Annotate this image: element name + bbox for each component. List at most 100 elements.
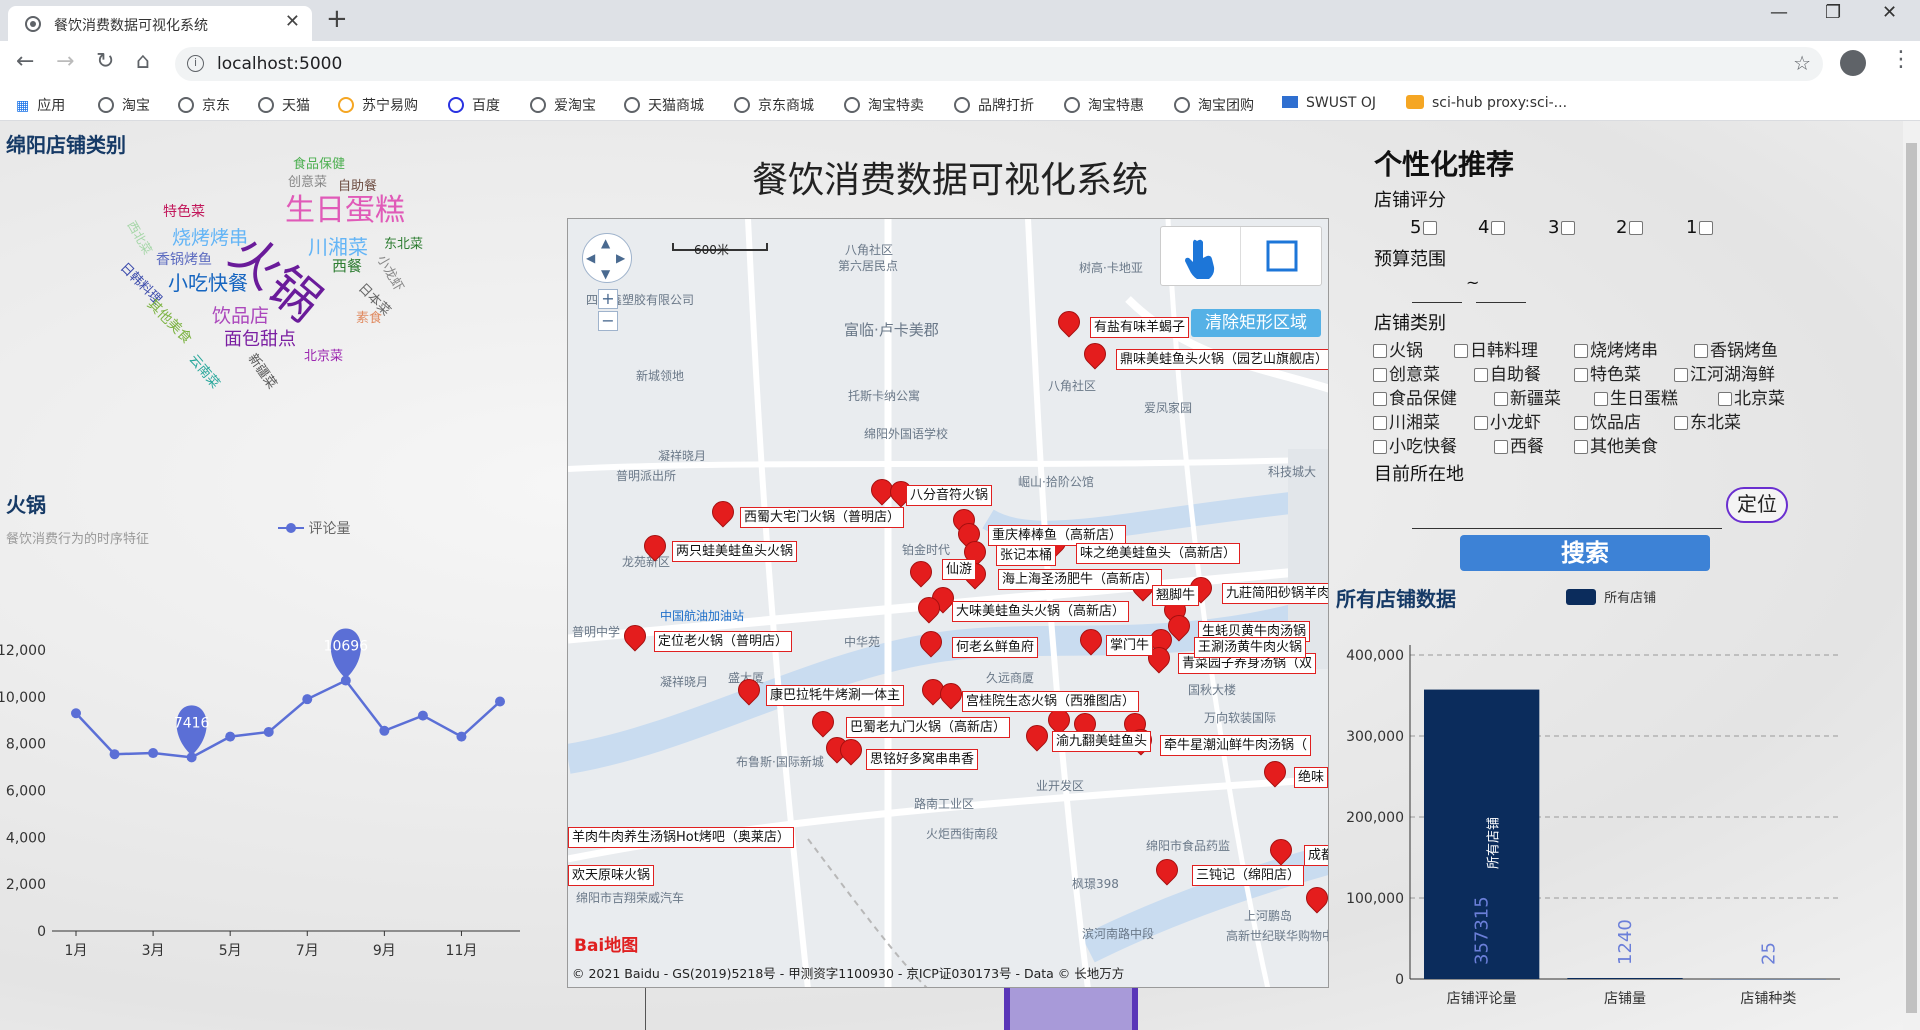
bookmark-item[interactable]: 淘宝团购 — [1174, 95, 1254, 115]
category-checkbox[interactable] — [1574, 416, 1588, 430]
category-checkbox[interactable] — [1718, 392, 1732, 406]
map-marker[interactable] — [1306, 887, 1326, 913]
shop-label[interactable]: 牵牛星潮汕鲜牛肉汤锅（ — [1160, 735, 1312, 756]
category-option[interactable]: 小龙虾 — [1474, 408, 1541, 433]
shop-label[interactable]: 味之绝美蛙鱼头（高新店） — [1076, 543, 1241, 564]
category-checkbox[interactable] — [1674, 416, 1688, 430]
scrollbar-thumb[interactable] — [1906, 143, 1917, 1013]
map-marker[interactable] — [1080, 629, 1100, 655]
address-bar[interactable]: i localhost:5000 ☆ — [175, 47, 1823, 81]
budget-max-input[interactable] — [1476, 281, 1526, 303]
rating-option-4[interactable]: 4 — [1478, 217, 1506, 238]
budget-min-input[interactable] — [1412, 281, 1462, 303]
category-option[interactable]: 东北菜 — [1674, 408, 1741, 433]
location-input[interactable] — [1412, 507, 1722, 529]
category-option[interactable]: 其他美食 — [1574, 432, 1658, 457]
map-marker[interactable] — [1270, 839, 1290, 865]
rating-checkbox[interactable] — [1629, 221, 1644, 235]
map-marker[interactable] — [1264, 761, 1284, 787]
shop-label[interactable]: 成都 — [1304, 845, 1328, 866]
home-icon[interactable]: ⌂ — [136, 49, 150, 74]
category-checkbox[interactable] — [1373, 344, 1387, 358]
map-marker[interactable] — [871, 479, 891, 505]
category-option[interactable]: 创意菜 — [1373, 360, 1440, 385]
rating-option-2[interactable]: 2 — [1616, 217, 1644, 238]
category-option[interactable]: 食品保健 — [1373, 384, 1457, 409]
shop-label[interactable]: 有盐有味羊蝎子 — [1090, 317, 1190, 338]
bookmark-item[interactable]: 苏宁易购 — [338, 95, 418, 115]
category-option[interactable]: 火锅 — [1373, 336, 1423, 361]
shop-label[interactable]: 绝味 — [1294, 767, 1328, 788]
zoom-out-button[interactable]: − — [598, 311, 618, 331]
category-checkbox[interactable] — [1574, 368, 1588, 382]
pan-right-icon[interactable]: ▶ — [616, 251, 625, 265]
bookmark-item[interactable]: 京东商城 — [734, 95, 814, 115]
category-checkbox[interactable] — [1454, 344, 1468, 358]
category-checkbox[interactable] — [1373, 368, 1387, 382]
profile-avatar-icon[interactable] — [1840, 50, 1866, 76]
clear-rectangle-button[interactable]: 清除矩形区域 — [1191, 309, 1321, 337]
shop-label[interactable]: 定位老火锅（普明店） — [654, 631, 793, 652]
rating-checkbox[interactable] — [1491, 221, 1506, 235]
map-marker[interactable] — [1026, 725, 1046, 751]
search-button[interactable]: 搜索 — [1460, 535, 1710, 571]
rating-option-5[interactable]: 5 — [1410, 217, 1438, 238]
shop-label[interactable]: 翘脚牛 — [1152, 585, 1200, 606]
rating-checkbox[interactable] — [1423, 221, 1438, 235]
category-checkbox[interactable] — [1373, 440, 1387, 454]
category-option[interactable]: 香锅烤鱼 — [1694, 336, 1778, 361]
close-window-button[interactable]: ✕ — [1882, 2, 1897, 23]
category-checkbox[interactable] — [1373, 392, 1387, 406]
forward-icon[interactable]: → — [56, 49, 74, 74]
info-icon[interactable]: i — [187, 55, 204, 72]
shop-label[interactable]: 掌门牛 — [1106, 635, 1154, 656]
bar-chart-legend[interactable]: 所有店铺 — [1566, 587, 1656, 606]
shop-label[interactable]: 何老幺鲜鱼府 — [952, 637, 1039, 658]
category-checkbox[interactable] — [1594, 392, 1608, 406]
shop-label[interactable]: 巴蜀老九门火锅（高新店） — [846, 717, 1011, 738]
shop-label[interactable]: 三钝记（绵阳店） — [1192, 865, 1305, 886]
category-option[interactable]: 小吃快餐 — [1373, 432, 1457, 457]
bookmark-item[interactable]: 淘宝特惠 — [1064, 95, 1144, 115]
menu-icon[interactable]: ⋮ — [1890, 47, 1912, 72]
map[interactable]: 八角社区 第六居民点 树高·卡地亚 富临·卢卡美郡 新城领地 托斯卡纳公寓 八角… — [567, 218, 1329, 988]
shop-label[interactable]: 思铭好多窝串串香 — [866, 749, 979, 770]
bookmark-item[interactable]: 天猫商城 — [624, 95, 704, 115]
close-tab-icon[interactable]: ✕ — [285, 11, 300, 32]
category-checkbox[interactable] — [1574, 440, 1588, 454]
map-marker[interactable] — [910, 561, 930, 587]
map-marker[interactable] — [940, 683, 960, 709]
back-icon[interactable]: ← — [16, 49, 34, 74]
rectangle-tool-icon[interactable] — [1241, 227, 1321, 285]
shop-label[interactable]: 大味美蛙鱼头火锅（高新店） — [952, 601, 1130, 622]
shop-label[interactable]: 八分音符火锅 — [906, 485, 993, 506]
category-option[interactable]: 江河湖海鲜 — [1674, 360, 1775, 385]
category-checkbox[interactable] — [1694, 344, 1708, 358]
bookmark-item[interactable]: 百度 — [448, 95, 500, 115]
map-marker[interactable] — [624, 625, 644, 651]
category-option[interactable]: 新疆菜 — [1494, 384, 1561, 409]
category-checkbox[interactable] — [1494, 440, 1508, 454]
line-chart-legend[interactable]: 评论量 — [278, 518, 350, 538]
category-checkbox[interactable] — [1494, 392, 1508, 406]
category-checkbox[interactable] — [1373, 416, 1387, 430]
maximize-button[interactable]: ❐ — [1825, 2, 1841, 23]
category-option[interactable]: 自助餐 — [1474, 360, 1541, 385]
category-checkbox[interactable] — [1574, 344, 1588, 358]
map-marker[interactable] — [738, 679, 758, 705]
category-option[interactable]: 烧烤烤串 — [1574, 336, 1658, 361]
bookmark-item[interactable]: 京东 — [178, 95, 230, 115]
url-text[interactable]: localhost:5000 — [217, 54, 342, 74]
category-option[interactable]: 日韩料理 — [1454, 336, 1538, 361]
scrollbar[interactable] — [1903, 121, 1920, 1030]
rating-checkbox[interactable] — [1699, 221, 1714, 235]
bookmark-item[interactable]: 品牌打折 — [954, 95, 1034, 115]
map-marker[interactable] — [918, 597, 938, 623]
minimize-button[interactable]: — — [1770, 2, 1788, 23]
shop-label[interactable]: 康巴拉牦牛烤涮一体主 — [766, 685, 905, 706]
rating-option-1[interactable]: 1 — [1686, 217, 1714, 238]
map-marker[interactable] — [840, 739, 860, 765]
map-marker[interactable] — [1058, 311, 1078, 337]
rating-option-3[interactable]: 3 — [1548, 217, 1576, 238]
pan-down-icon[interactable]: ▼ — [601, 267, 610, 281]
